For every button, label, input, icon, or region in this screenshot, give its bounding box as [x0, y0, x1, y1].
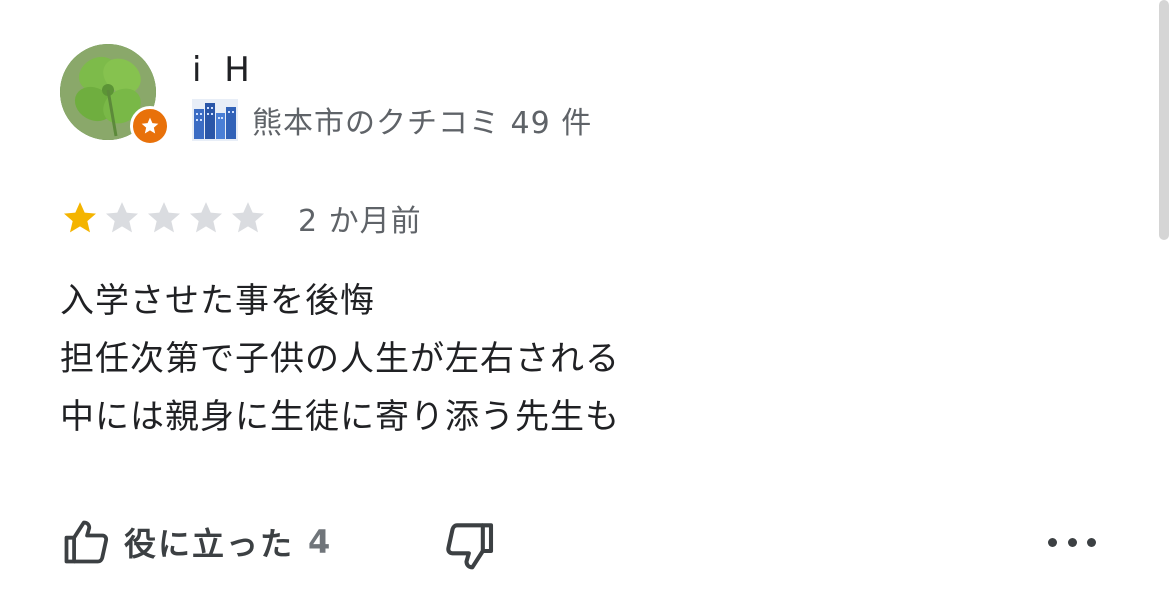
- more-options-button[interactable]: [1048, 520, 1096, 564]
- star-empty-icon: [106, 202, 138, 233]
- review-date: 2 か月前: [298, 204, 422, 239]
- review-actions: 役に立った 4: [60, 512, 1100, 572]
- more-horizontal-icon: [1048, 537, 1096, 547]
- star-empty-icon: [190, 202, 222, 233]
- local-guide-star-icon: [141, 117, 159, 134]
- rating-row: 2 か月前: [60, 196, 422, 240]
- local-guide-badge: [130, 106, 170, 146]
- thumb-down-icon[interactable]: [442, 516, 498, 572]
- author-name[interactable]: i H: [192, 48, 256, 92]
- thumb-up-icon: [64, 520, 109, 564]
- review-line: 中には親身に生徒に寄り添う先生も: [60, 397, 620, 437]
- helpful-label: 役に立った: [124, 525, 295, 563]
- star-filled-icon: [64, 202, 96, 233]
- review-line: 担任次第で子供の人生が左右される: [60, 339, 620, 379]
- review-line: 入学させた事を後悔: [60, 281, 375, 321]
- guide-review-count: 熊本市のクチコミ 49 件: [252, 106, 593, 141]
- helpful-button[interactable]: 役に立った 4: [60, 512, 330, 572]
- scrollbar[interactable]: [1159, 0, 1169, 240]
- star-empty-icon: [148, 202, 180, 233]
- city-icon: [192, 99, 238, 141]
- star-rating: [60, 198, 270, 238]
- review-text: 入学させた事を後悔 担任次第で子供の人生が左右される 中には親身に生徒に寄り添う…: [60, 272, 620, 446]
- local-guide-info[interactable]: 熊本市のクチコミ 49 件: [192, 98, 592, 142]
- helpful-count: 4: [308, 523, 331, 561]
- author-avatar-container[interactable]: [60, 44, 170, 146]
- star-empty-icon: [232, 202, 264, 233]
